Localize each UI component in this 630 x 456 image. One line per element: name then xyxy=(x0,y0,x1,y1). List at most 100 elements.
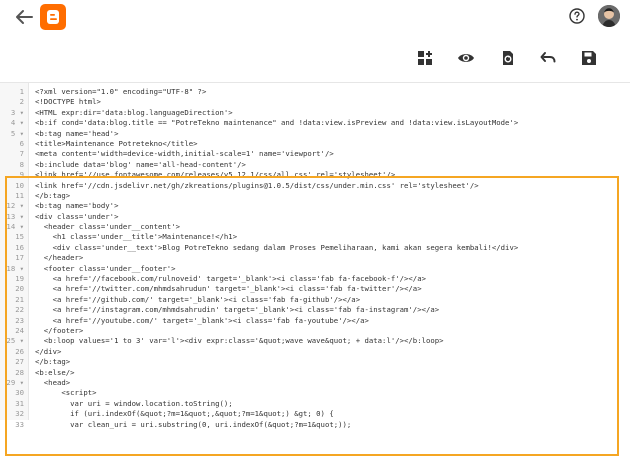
code-line: 2 <!DOCTYPE html> xyxy=(0,97,630,107)
line-text[interactable]: <head> xyxy=(35,378,70,388)
line-text[interactable]: <a href='//instagram.com/mhmdsahrudin' t… xyxy=(35,305,440,315)
line-text[interactable]: <a href='//twitter.com/mhmdsahrudun' tar… xyxy=(35,284,422,294)
line-text[interactable]: <meta content='width=device-width,initia… xyxy=(35,149,334,159)
line-number: 3 ▾ xyxy=(10,107,24,117)
code-line: 9 <link href='//use.fontawesome.com/relea… xyxy=(0,170,630,180)
user-avatar[interactable] xyxy=(598,5,620,27)
line-text[interactable]: <b:loop values='1 to 3' var='l'><div exp… xyxy=(35,336,444,346)
code-line: 8 <b:include data='blog' name='all-head-c… xyxy=(0,160,630,170)
line-text[interactable]: <a href='//youtube.com/' target='_blank'… xyxy=(35,316,369,326)
code-line: 10 <link href='//cdn.jsdelivr.net/gh/zkre… xyxy=(0,181,630,191)
line-text[interactable]: <div class='under__text'>Blog PotreTekno… xyxy=(35,243,519,253)
line-number: 12 ▾ xyxy=(6,201,24,211)
reset-icon[interactable] xyxy=(498,48,518,68)
layout-add-icon[interactable] xyxy=(415,48,435,68)
code-line: 26 </div> xyxy=(0,347,630,357)
code-line: 18 ▾ <footer class='under__footer'> xyxy=(0,264,630,274)
line-number: 25 ▾ xyxy=(6,336,24,346)
line-number: 17 xyxy=(15,253,24,263)
line-text[interactable]: <HTML expr:dir='data:blog.languageDirect… xyxy=(35,108,233,118)
code-line: 16 <div class='under__text'>Blog PotreTe… xyxy=(0,243,630,253)
code-line: 25 ▾ <b:loop values='1 to 3' var='l'><di… xyxy=(0,336,630,346)
line-text[interactable]: <link href='//cdn.jsdelivr.net/gh/zkreat… xyxy=(35,181,479,191)
code-line: 5 ▾ <b:tag name='head'> xyxy=(0,129,630,139)
line-text[interactable]: <b:tag name='head'> xyxy=(35,129,118,139)
code-line: 15 <h1 class='under__title'>Maintenance!… xyxy=(0,232,630,242)
line-text[interactable]: var clean_uri = uri.substring(0, uri.ind… xyxy=(35,420,351,430)
line-text[interactable]: </b:tag> xyxy=(35,357,70,367)
code-line: 1 <?xml version="1.0" encoding="UTF-8" ?> xyxy=(0,87,630,97)
line-number: 7 xyxy=(19,149,24,159)
code-line: 11 </b:tag> xyxy=(0,191,630,201)
line-number: 15 xyxy=(15,232,24,242)
toolbar xyxy=(0,40,630,76)
line-text[interactable]: <footer class='under__footer'> xyxy=(35,264,176,274)
line-text[interactable]: <b:include data='blog' name='all-head-co… xyxy=(35,160,246,170)
line-text[interactable]: </b:tag> xyxy=(35,191,70,201)
line-number: 11 xyxy=(15,190,24,200)
line-text[interactable]: <b:else/> xyxy=(35,368,75,378)
code-line: 12 ▾ <b:tag name='body'> xyxy=(0,201,630,211)
code-line: 33 var clean_uri = uri.substring(0, uri.… xyxy=(0,420,630,430)
line-text[interactable]: <div class='under'> xyxy=(35,212,118,222)
line-number: 21 xyxy=(15,294,24,304)
line-number: 20 xyxy=(15,284,24,294)
code-line: 21 <a href='//github.com/' target='_blan… xyxy=(0,295,630,305)
eye-icon[interactable] xyxy=(456,48,476,68)
code-line: 28 <b:else/> xyxy=(0,368,630,378)
code-line: 14 ▾ <header class='under__content'> xyxy=(0,222,630,232)
line-number: 31 xyxy=(15,398,24,408)
line-text[interactable]: var uri = window.location.toString(); xyxy=(35,399,233,409)
line-text[interactable]: </div> xyxy=(35,347,61,357)
undo-icon[interactable] xyxy=(538,48,558,68)
line-number: 29 ▾ xyxy=(6,377,24,387)
line-text[interactable]: <b:if cond='data:blog.title == "PotreTek… xyxy=(35,118,518,128)
line-number: 30 xyxy=(15,388,24,398)
line-number: 6 xyxy=(19,138,24,148)
line-number: 24 xyxy=(15,325,24,335)
code-line: 6 <title>Maintenance Potretekno</title> xyxy=(0,139,630,149)
line-text[interactable]: </footer> xyxy=(35,326,84,336)
line-text[interactable]: <title>Maintenance Potretekno</title> xyxy=(35,139,198,149)
line-number: 28 xyxy=(15,367,24,377)
code-line: 20 <a href='//twitter.com/mhmdsahrudun' … xyxy=(0,284,630,294)
line-text[interactable]: <a href='//github.com/' target='_blank'>… xyxy=(35,295,361,305)
line-number: 2 xyxy=(19,97,24,107)
line-number: 18 ▾ xyxy=(6,263,24,273)
line-text[interactable]: <!DOCTYPE html> xyxy=(35,97,101,107)
line-text[interactable]: <b:tag name='body'> xyxy=(35,201,118,211)
line-number: 4 ▾ xyxy=(10,118,24,128)
line-number: 14 ▾ xyxy=(6,222,24,232)
code-line: 4 ▾ <b:if cond='data:blog.title == "Potre… xyxy=(0,118,630,128)
line-text[interactable]: <header class='under__content'> xyxy=(35,222,180,232)
line-text[interactable]: <?xml version="1.0" encoding="UTF-8" ?> xyxy=(35,87,206,97)
line-text[interactable]: <h1 class='under__title'>Maintenance!</h… xyxy=(35,232,238,242)
code-lines: 1 <?xml version="1.0" encoding="UTF-8" ?>… xyxy=(0,87,630,430)
help-circle-icon[interactable] xyxy=(569,8,585,24)
line-number: 9 xyxy=(19,170,24,180)
line-number: 19 xyxy=(15,274,24,284)
arrow-left-icon[interactable] xyxy=(14,8,34,26)
line-text[interactable]: <script> xyxy=(35,388,96,398)
code-line: 17 </header> xyxy=(0,253,630,263)
line-text[interactable]: <a href='//facebook.com/rulnoveid' targe… xyxy=(35,274,426,284)
line-number: 5 ▾ xyxy=(10,128,24,138)
code-line: 23 <a href='//youtube.com/' target='_bla… xyxy=(0,316,630,326)
line-number: 33 xyxy=(15,419,24,429)
line-text[interactable]: <link href='//use.fontawesome.com/releas… xyxy=(35,170,395,180)
code-line: 19 <a href='//facebook.com/rulnoveid' ta… xyxy=(0,274,630,284)
line-number: 13 ▾ xyxy=(6,211,24,221)
code-line: 27 </b:tag> xyxy=(0,357,630,367)
line-number: 27 xyxy=(15,357,24,367)
code-line: 32 if (uri.indexOf(&quot;?m=1&quot;,&quo… xyxy=(0,409,630,419)
line-text[interactable]: </header> xyxy=(35,253,84,263)
blogger-logo[interactable] xyxy=(40,4,66,30)
line-number: 1 xyxy=(19,87,24,96)
save-icon[interactable] xyxy=(579,48,599,68)
line-number: 32 xyxy=(15,409,24,419)
line-number: 26 xyxy=(15,346,24,356)
line-text[interactable]: if (uri.indexOf(&quot;?m=1&quot;,&quot;?… xyxy=(35,409,334,419)
line-number: 8 xyxy=(19,159,24,169)
code-line: 3 ▾ <HTML expr:dir='data:blog.languageDir… xyxy=(0,108,630,118)
code-editor[interactable]: 1 <?xml version="1.0" encoding="UTF-8" ?>… xyxy=(0,82,630,456)
